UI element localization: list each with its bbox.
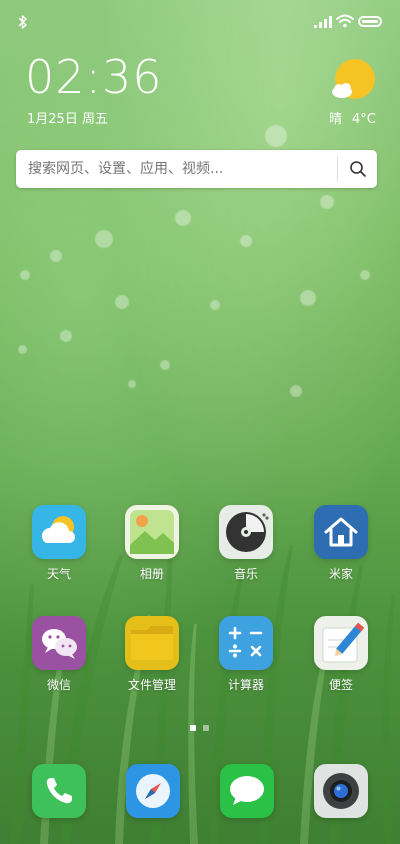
app-wechat[interactable]: 微信 [19,616,99,706]
app-label: 相册 [139,567,164,581]
search-button[interactable] [338,150,377,188]
status-bar [0,0,400,40]
app-label: 计算器 [227,678,264,692]
page-dot-active[interactable] [190,725,196,731]
app-gallery[interactable]: 相册 [112,505,192,595]
wifi-icon [336,14,354,28]
camera-icon[interactable] [314,764,368,818]
phone-icon[interactable] [32,764,86,818]
gallery-icon [125,505,179,559]
clock-time[interactable]: 02:36 [25,50,163,104]
folder-icon [125,616,179,670]
search-input[interactable] [16,150,316,188]
app-label: 米家 [328,567,353,581]
message-icon[interactable] [220,764,274,818]
page-indicator[interactable] [0,725,400,735]
app-music[interactable]: 音乐 [206,505,286,595]
app-label: 天气 [46,567,71,581]
app-label: 微信 [46,678,71,692]
signal-icon [314,16,332,28]
clock-date[interactable]: 1月25日 周五 [27,108,108,127]
app-file-manager[interactable]: 文件管理 [112,616,192,706]
weather-temperature: 4°C [352,112,376,127]
app-label: 便签 [328,678,353,692]
notes-icon [314,616,368,670]
app-label: 文件管理 [127,678,176,692]
weather-info[interactable]: 晴 4°C [329,108,386,127]
search-icon [349,161,366,177]
bluetooth-icon [18,15,27,29]
battery-icon [358,16,382,27]
search-bar[interactable] [16,150,377,188]
sunny-cloud-icon[interactable] [330,58,376,104]
weather-app-icon [32,505,86,559]
wechat-icon [32,616,86,670]
app-calculator[interactable]: 计算器 [206,616,286,706]
weather-condition: 晴 [329,112,343,127]
calculator-icon [219,616,273,670]
compass-icon[interactable] [126,764,180,818]
app-label: 音乐 [233,567,258,581]
page-dot[interactable] [203,725,209,731]
music-icon [219,505,273,559]
mijia-home-icon [314,505,368,559]
app-weather[interactable]: 天气 [19,505,99,595]
app-notes[interactable]: 便签 [301,616,381,706]
app-mijia[interactable]: 米家 [301,505,381,595]
